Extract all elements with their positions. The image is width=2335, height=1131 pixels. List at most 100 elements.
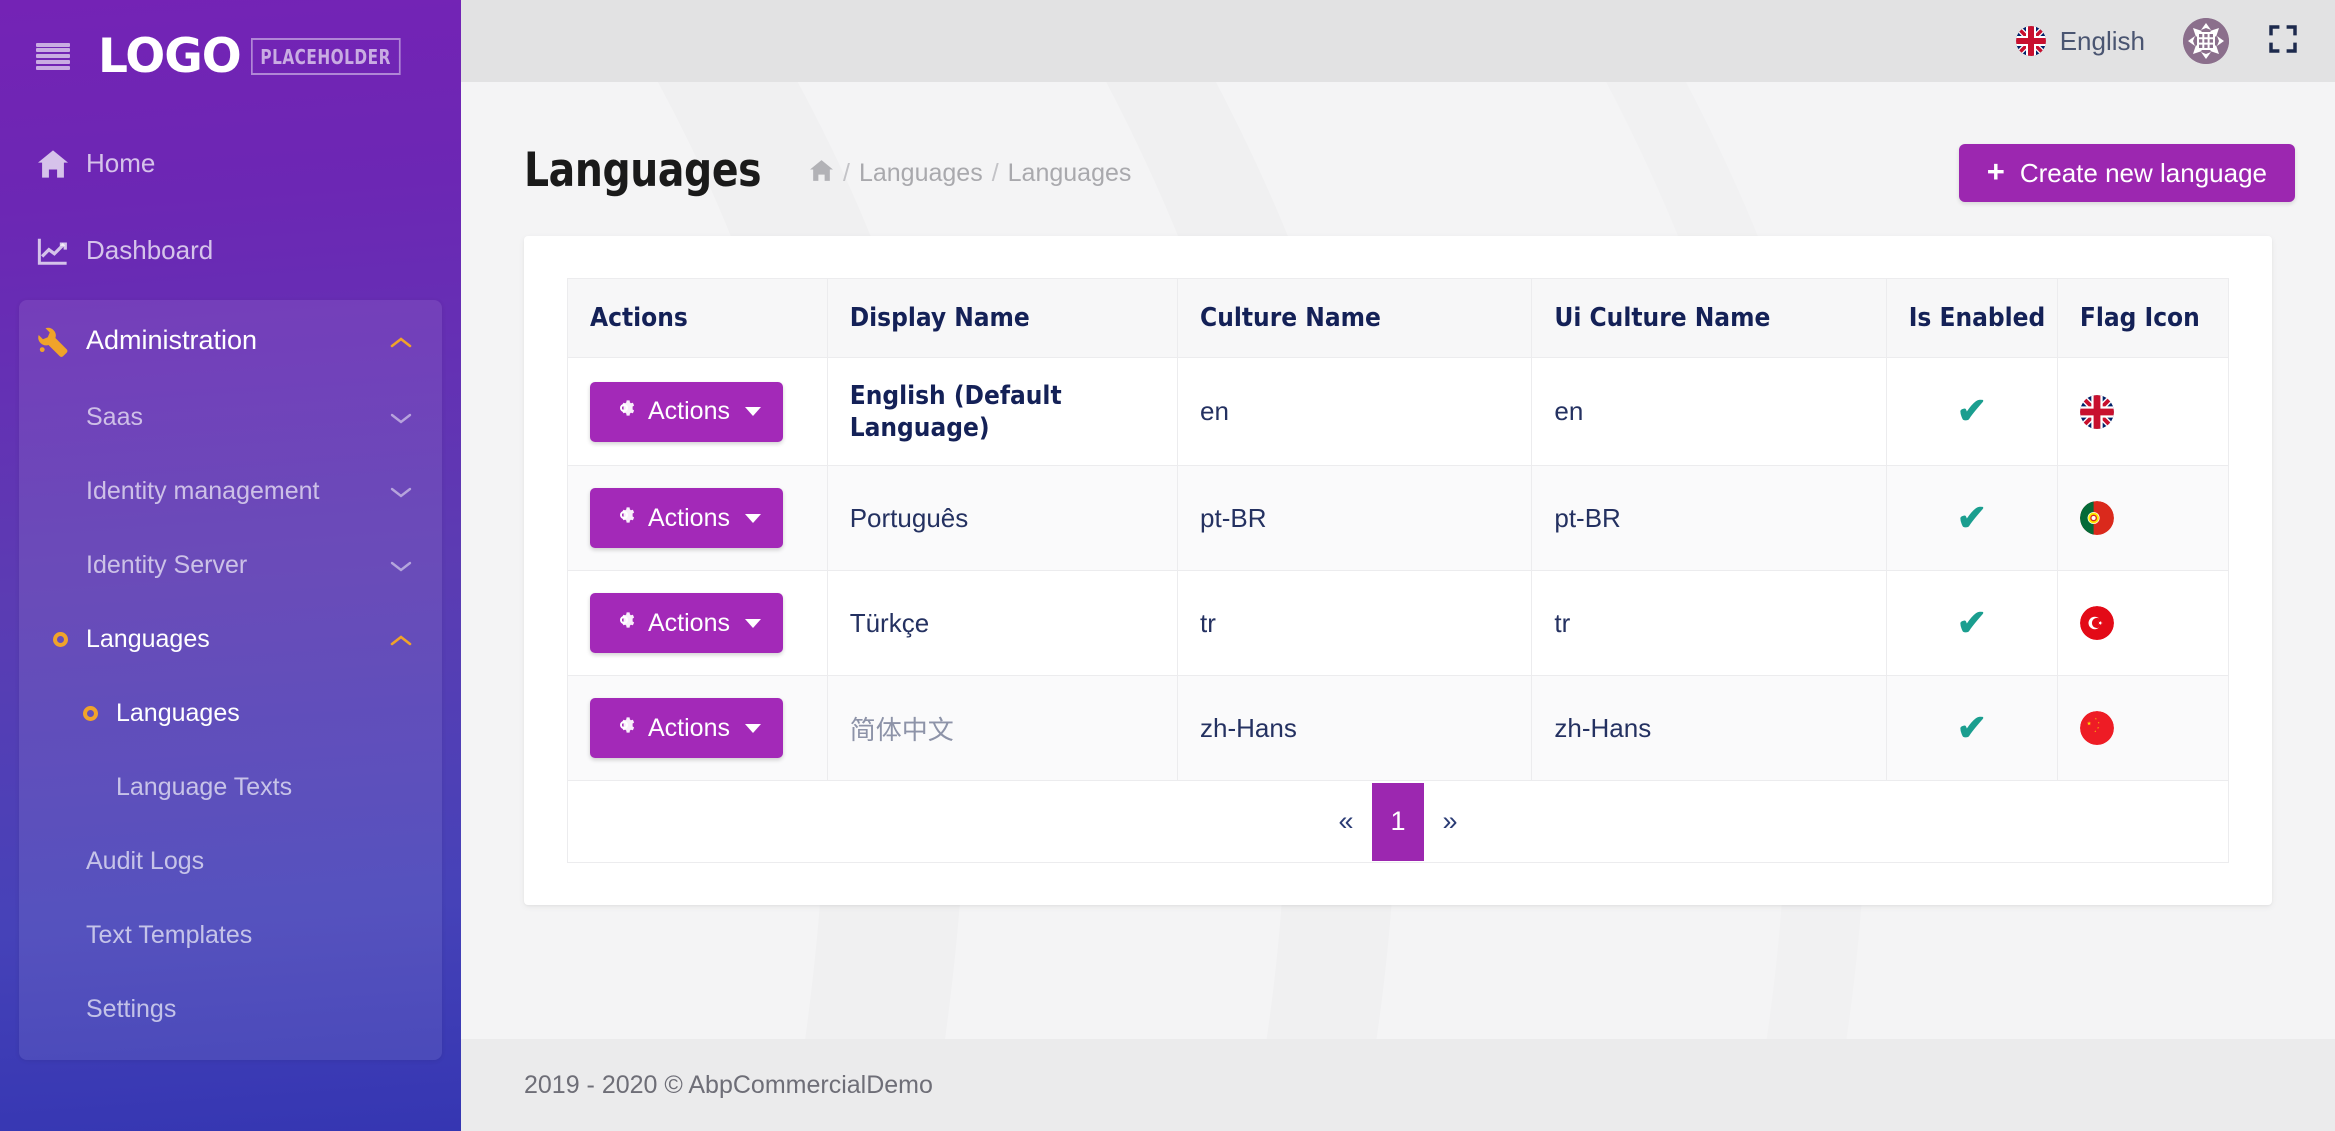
languages-card: Actions Display Name Culture Name Ui Cul… xyxy=(524,236,2272,905)
sidebar-item-identity-management[interactable]: Identity management xyxy=(19,454,442,528)
table-body: Actions English (Default Language) en en… xyxy=(568,358,2229,863)
cell-culture-name: tr xyxy=(1178,571,1532,676)
check-icon: ✔ xyxy=(1957,602,1987,643)
sidebar: LOGO PLACEHOLDER Home xyxy=(0,0,461,1131)
pagination-next-button[interactable]: » xyxy=(1424,783,1476,861)
breadcrumb-separator: / xyxy=(992,159,999,188)
caret-down-icon xyxy=(745,407,761,416)
sidebar-group-label: Administration xyxy=(86,325,390,356)
sidebar-item-label: Home xyxy=(86,148,431,179)
cell-culture-name: en xyxy=(1178,358,1532,466)
chevron-down-icon[interactable] xyxy=(390,551,412,580)
home-icon[interactable] xyxy=(809,159,834,189)
cell-actions: Actions xyxy=(568,676,828,781)
row-actions-button[interactable]: Actions xyxy=(590,382,783,442)
check-icon: ✔ xyxy=(1957,390,1987,431)
row-actions-button[interactable]: Actions xyxy=(590,488,783,548)
table-row: Actions English (Default Language) en en… xyxy=(568,358,2229,466)
table-pagination-row: « 1 » xyxy=(568,781,2229,863)
cell-is-enabled: ✔ xyxy=(1886,676,2057,781)
display-name-value: 简体中文 xyxy=(850,715,954,745)
gear-icon xyxy=(612,713,636,744)
sidebar-item-languages[interactable]: Languages xyxy=(19,602,442,676)
sidebar-item-saas[interactable]: Saas xyxy=(19,380,442,454)
column-header-display-name[interactable]: Display Name xyxy=(827,279,1177,358)
sidebar-item-languages-languages[interactable]: Languages xyxy=(19,676,442,750)
sidebar-item-identity-server[interactable]: Identity Server xyxy=(19,528,442,602)
sidebar-item-settings[interactable]: Settings xyxy=(19,972,442,1046)
sidebar-item-label: Identity Server xyxy=(86,551,390,580)
pagination-prev-button[interactable]: « xyxy=(1320,783,1372,861)
cell-is-enabled: ✔ xyxy=(1886,571,2057,676)
cell-ui-culture-name: zh-Hans xyxy=(1532,676,1886,781)
create-new-language-button[interactable]: + Create new language xyxy=(1959,144,2295,202)
cell-is-enabled: ✔ xyxy=(1886,466,2057,571)
sidebar-item-text-templates[interactable]: Text Templates xyxy=(19,898,442,972)
table-row: Actions 简体中文 zh-Hans zh-Hans ✔ xyxy=(568,676,2229,781)
cell-actions: Actions xyxy=(568,358,828,466)
sidebar-item-language-texts[interactable]: Language Texts xyxy=(19,750,442,824)
cell-flag-icon xyxy=(2057,571,2228,676)
gear-icon xyxy=(612,396,636,427)
cell-flag-icon xyxy=(2057,466,2228,571)
chevron-down-icon[interactable] xyxy=(390,477,412,506)
cell-ui-culture-name: tr xyxy=(1532,571,1886,676)
cell-culture-name: zh-Hans xyxy=(1178,676,1532,781)
chevron-up-icon[interactable] xyxy=(390,625,412,654)
display-name-value: English (Default Language) xyxy=(850,381,1062,443)
uk-flag-icon xyxy=(2016,26,2046,56)
row-actions-button[interactable]: Actions xyxy=(590,593,783,653)
cell-display-name: Português xyxy=(827,466,1177,571)
main-pane: English xyxy=(461,0,2335,1131)
active-bullet-icon xyxy=(53,632,68,647)
cell-actions: Actions xyxy=(568,571,828,676)
column-header-ui-culture-name[interactable]: Ui Culture Name xyxy=(1532,279,1886,358)
language-selector[interactable]: English xyxy=(2016,26,2145,57)
sidebar-item-dashboard[interactable]: Dashboard xyxy=(0,207,461,294)
breadcrumb-item-languages-1[interactable]: Languages xyxy=(859,159,983,188)
column-header-is-enabled[interactable]: Is Enabled xyxy=(1886,279,2057,358)
user-avatar-icon[interactable] xyxy=(2183,18,2229,64)
cell-is-enabled: ✔ xyxy=(1886,358,2057,466)
row-actions-label: Actions xyxy=(648,397,730,426)
sidebar-item-home[interactable]: Home xyxy=(0,120,461,207)
chart-line-icon xyxy=(36,236,86,266)
row-actions-button[interactable]: Actions xyxy=(590,698,783,758)
sidebar-nav: Home Dashboard xyxy=(0,112,461,1060)
sidebar-group-administration-header[interactable]: Administration xyxy=(19,300,442,380)
column-header-flag-icon[interactable]: Flag Icon xyxy=(2057,279,2228,358)
table-row: Actions Português pt-BR pt-BR ✔ xyxy=(568,466,2229,571)
top-bar: English xyxy=(461,0,2335,82)
logo[interactable]: LOGO PLACEHOLDER xyxy=(98,33,426,80)
language-label: English xyxy=(2060,26,2145,57)
sidebar-item-label: Identity management xyxy=(86,477,390,506)
active-bullet-icon xyxy=(83,706,98,721)
column-header-culture-name[interactable]: Culture Name xyxy=(1178,279,1532,358)
caret-down-icon xyxy=(745,619,761,628)
fullscreen-expand-icon[interactable] xyxy=(2267,23,2299,60)
sidebar-item-audit-logs[interactable]: Audit Logs xyxy=(19,824,442,898)
sidebar-item-label: Audit Logs xyxy=(86,847,412,876)
cell-ui-culture-name: pt-BR xyxy=(1532,466,1886,571)
table-row: Actions Türkçe tr tr ✔ xyxy=(568,571,2229,676)
hamburger-icon[interactable] xyxy=(36,43,70,70)
sidebar-item-label: Languages xyxy=(116,699,412,728)
footer: 2019 - 2020 © AbpCommercialDemo xyxy=(461,1039,2335,1131)
chevron-up-icon[interactable] xyxy=(390,325,412,356)
logo-text: LOGO xyxy=(98,33,241,80)
column-header-actions[interactable]: Actions xyxy=(568,279,828,358)
row-actions-label: Actions xyxy=(648,609,730,638)
uk-flag-icon xyxy=(2080,395,2114,429)
turkey-flag-icon xyxy=(2080,606,2114,640)
logo-badge: PLACEHOLDER xyxy=(251,38,400,75)
cell-pagination: « 1 » xyxy=(568,781,2229,863)
row-actions-label: Actions xyxy=(648,504,730,533)
china-flag-icon xyxy=(2080,711,2114,745)
pagination-page-1[interactable]: 1 xyxy=(1372,783,1424,861)
page-title: Languages xyxy=(524,143,761,198)
breadcrumb-item-languages-2[interactable]: Languages xyxy=(1008,159,1132,188)
chevron-down-icon[interactable] xyxy=(390,403,412,432)
caret-down-icon xyxy=(745,724,761,733)
languages-table: Actions Display Name Culture Name Ui Cul… xyxy=(567,278,2229,863)
table-head: Actions Display Name Culture Name Ui Cul… xyxy=(568,279,2229,358)
